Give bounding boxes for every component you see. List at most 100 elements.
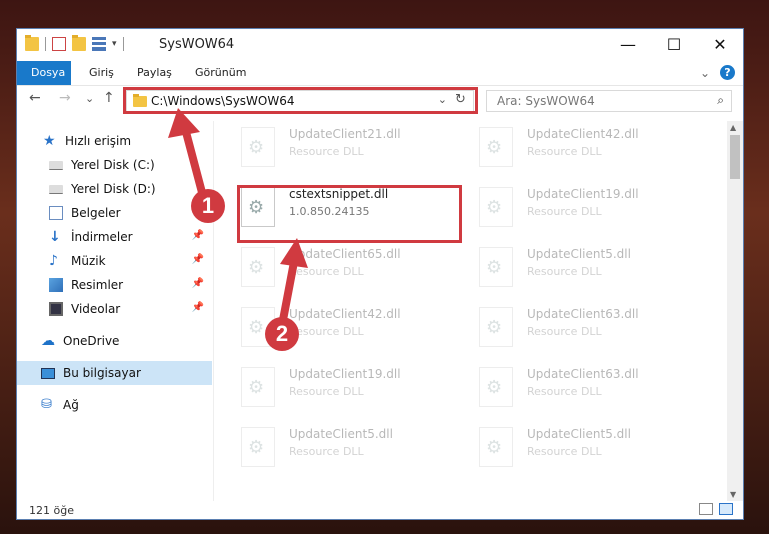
- dll-file-icon: [479, 127, 513, 167]
- up-arrow-icon[interactable]: ↑: [103, 90, 115, 106]
- dll-file-icon: [479, 367, 513, 407]
- sidebar-item-pictures[interactable]: Resimler 📌: [17, 273, 212, 297]
- status-bar: 121 öğe: [17, 501, 743, 519]
- file-name: UpdateClient5.dll: [289, 427, 393, 441]
- file-item[interactable]: UpdateClient42.dll Resource DLL: [475, 121, 695, 175]
- pin-icon[interactable]: 📌: [192, 230, 204, 241]
- scrollbar-thumb[interactable]: [730, 135, 740, 179]
- file-type: Resource DLL: [527, 205, 602, 218]
- help-icon[interactable]: ?: [720, 65, 735, 80]
- file-item[interactable]: UpdateClient5.dll Resource DLL: [475, 241, 695, 295]
- file-type: Resource DLL: [527, 385, 602, 398]
- search-icon[interactable]: ⌕: [717, 93, 724, 108]
- file-name: UpdateClient63.dll: [527, 307, 639, 321]
- file-item[interactable]: UpdateClient63.dll Resource DLL: [475, 301, 695, 355]
- minimize-button[interactable]: —: [605, 29, 651, 60]
- file-name: UpdateClient63.dll: [527, 367, 639, 381]
- tab-home[interactable]: Giriş: [81, 61, 122, 85]
- file-list: UpdateClient21.dll Resource DLL cstextsn…: [215, 121, 727, 501]
- dll-file-icon: [241, 367, 275, 407]
- properties-check-icon[interactable]: [52, 37, 66, 51]
- rename-icon[interactable]: [92, 37, 106, 51]
- forward-arrow-icon[interactable]: →: [59, 90, 71, 106]
- title-bar: ▾ SysWOW64 — ☐ ✕: [17, 29, 743, 61]
- dll-file-icon: [241, 127, 275, 167]
- disk-icon: [49, 184, 63, 194]
- sidebar-item-music[interactable]: ♪ Müzik 📌: [17, 249, 212, 273]
- vertical-scrollbar[interactable]: ▲ ▼: [727, 121, 743, 501]
- recent-locations-chevron-icon[interactable]: ⌄: [85, 92, 94, 105]
- address-highlight-box: [123, 87, 478, 114]
- quick-access-toolbar: ▾: [25, 35, 124, 51]
- navigation-pane: ★ Hızlı erişim Yerel Disk (C:) Yerel Dis…: [17, 121, 212, 501]
- file-item[interactable]: UpdateClient21.dll Resource DLL: [237, 121, 457, 175]
- sidebar-item-label: İndirmeler: [71, 230, 133, 244]
- dll-file-icon: [241, 427, 275, 467]
- expand-ribbon-chevron-icon[interactable]: ⌄: [700, 66, 710, 80]
- tab-file[interactable]: Dosya: [17, 61, 71, 85]
- sidebar-item-quick-access[interactable]: ★ Hızlı erişim: [17, 129, 212, 153]
- videos-icon: [49, 302, 63, 316]
- pane-divider: [213, 121, 214, 501]
- file-type: Resource DLL: [289, 145, 364, 158]
- maximize-button[interactable]: ☐: [651, 29, 697, 60]
- sidebar-item-label: Müzik: [71, 254, 106, 268]
- cloud-icon: ☁: [41, 333, 55, 349]
- sidebar-item-label: Videolar: [71, 302, 121, 316]
- dll-file-icon: [479, 307, 513, 347]
- file-item[interactable]: UpdateClient63.dll Resource DLL: [475, 361, 695, 415]
- dll-file-icon: [479, 247, 513, 287]
- search-input[interactable]: Ara: SysWOW64 ⌕: [486, 90, 732, 112]
- pin-icon[interactable]: 📌: [192, 302, 204, 313]
- file-item[interactable]: UpdateClient65.dll Resource DLL: [237, 241, 457, 295]
- sidebar-item-videos[interactable]: Videolar 📌: [17, 297, 212, 321]
- sidebar-item-label: Resimler: [71, 278, 124, 292]
- sidebar-item-label: Ağ: [63, 398, 79, 412]
- folder-icon[interactable]: [25, 35, 39, 51]
- sidebar-item-onedrive[interactable]: ☁ OneDrive: [17, 329, 212, 353]
- tiles-view-icon[interactable]: [719, 503, 733, 515]
- step-2-badge: 2: [265, 317, 299, 351]
- search-placeholder: Ara: SysWOW64: [497, 94, 595, 108]
- file-name: UpdateClient42.dll: [527, 127, 639, 141]
- tab-share[interactable]: Paylaş: [129, 61, 180, 85]
- sidebar-item-this-pc[interactable]: Bu bilgisayar: [17, 361, 212, 385]
- tab-view[interactable]: Görünüm: [187, 61, 254, 85]
- scroll-down-arrow-icon[interactable]: ▼: [730, 490, 736, 499]
- back-arrow-icon[interactable]: ←: [29, 90, 41, 106]
- file-type: Resource DLL: [289, 265, 364, 278]
- toolbar-divider: [122, 37, 124, 51]
- sidebar-item-label: Belgeler: [71, 206, 121, 220]
- sidebar-item-network[interactable]: ⛁ Ağ: [17, 393, 212, 417]
- file-item[interactable]: UpdateClient19.dll Resource DLL: [237, 361, 457, 415]
- sidebar-item-disk-d[interactable]: Yerel Disk (D:): [17, 177, 212, 201]
- file-name: UpdateClient42.dll: [289, 307, 401, 321]
- sidebar-item-downloads[interactable]: ↓ İndirmeler 📌: [17, 225, 212, 249]
- pin-icon[interactable]: 📌: [192, 278, 204, 289]
- scroll-up-arrow-icon[interactable]: ▲: [730, 123, 736, 132]
- sidebar-item-documents[interactable]: Belgeler: [17, 201, 212, 225]
- file-item[interactable]: UpdateClient5.dll Resource DLL: [475, 421, 695, 475]
- disk-icon: [49, 160, 63, 170]
- music-icon: ♪: [49, 253, 58, 269]
- close-button[interactable]: ✕: [697, 29, 743, 60]
- sidebar-item-disk-c[interactable]: Yerel Disk (C:): [17, 153, 212, 177]
- pin-icon[interactable]: 📌: [192, 254, 204, 265]
- file-item[interactable]: UpdateClient19.dll Resource DLL: [475, 181, 695, 235]
- file-type: Resource DLL: [527, 325, 602, 338]
- explorer-window: ▾ SysWOW64 — ☐ ✕ Dosya Giriş Paylaş Görü…: [16, 28, 744, 520]
- file-type: Resource DLL: [527, 445, 602, 458]
- sidebar-item-label: Yerel Disk (D:): [71, 182, 156, 196]
- new-folder-icon[interactable]: [72, 35, 86, 51]
- customize-toolbar-chevron-icon[interactable]: ▾: [112, 39, 117, 49]
- details-view-icon[interactable]: [699, 503, 713, 515]
- file-type: Resource DLL: [289, 325, 364, 338]
- file-name: UpdateClient5.dll: [527, 247, 631, 261]
- file-type: Resource DLL: [289, 385, 364, 398]
- computer-icon: [41, 367, 55, 379]
- file-name: UpdateClient19.dll: [289, 367, 401, 381]
- file-item[interactable]: UpdateClient5.dll Resource DLL: [237, 421, 457, 475]
- sidebar-item-label: Bu bilgisayar: [63, 366, 141, 380]
- file-type: Resource DLL: [527, 145, 602, 158]
- window-title: SysWOW64: [159, 37, 235, 52]
